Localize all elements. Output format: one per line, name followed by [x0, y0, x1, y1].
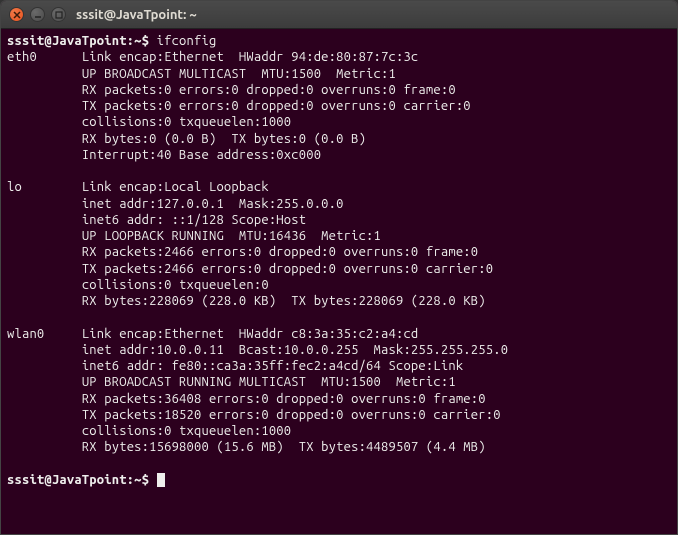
window-controls [9, 7, 66, 22]
command-text: ifconfig [157, 34, 217, 48]
close-icon[interactable] [9, 7, 24, 22]
lo-l5: RX packets:2466 errors:0 dropped:0 overr… [82, 245, 478, 259]
lo-l8: RX bytes:228069 (228.0 KB) TX bytes:2280… [82, 294, 486, 308]
wlan0-l8: RX bytes:15698000 (15.6 MB) TX bytes:448… [82, 440, 486, 454]
titlebar[interactable]: sssit@JavaTpoint: ~ [1, 1, 677, 29]
iface-name-wlan0: wlan0 [7, 327, 44, 341]
wlan0-l1: Link encap:Ethernet HWaddr c8:3a:35:c2:a… [82, 327, 419, 341]
wlan0-l5: RX packets:36408 errors:0 dropped:0 over… [82, 392, 486, 406]
lo-l2: inet addr:127.0.0.1 Mask:255.0.0.0 [82, 197, 344, 211]
eth0-l5: collisions:0 txqueuelen:1000 [82, 115, 291, 129]
eth0-l6: RX bytes:0 (0.0 B) TX bytes:0 (0.0 B) [82, 132, 366, 146]
maximize-icon[interactable] [51, 7, 66, 22]
eth0-l7: Interrupt:40 Base address:0xc000 [82, 148, 321, 162]
prompt: sssit@JavaTpoint:~$ [7, 34, 157, 48]
wlan0-l7: collisions:0 txqueuelen:1000 [82, 424, 291, 438]
iface-name-lo: lo [7, 180, 22, 194]
iface-name-eth0: eth0 [7, 50, 37, 64]
lo-l7: collisions:0 txqueuelen:0 [82, 278, 269, 292]
eth0-l2: UP BROADCAST MULTICAST MTU:1500 Metric:1 [82, 67, 396, 81]
lo-l6: TX packets:2466 errors:0 dropped:0 overr… [82, 262, 493, 276]
wlan0-l2: inet addr:10.0.0.11 Bcast:10.0.0.255 Mas… [82, 343, 508, 357]
eth0-l1: Link encap:Ethernet HWaddr 94:de:80:87:7… [82, 50, 419, 64]
lo-l3: inet6 addr: ::1/128 Scope:Host [82, 213, 306, 227]
eth0-l3: RX packets:0 errors:0 dropped:0 overruns… [82, 83, 456, 97]
wlan0-l4: UP BROADCAST RUNNING MULTICAST MTU:1500 … [82, 375, 456, 389]
terminal-content[interactable]: sssit@JavaTpoint:~$ ifconfig eth0 Link e… [1, 29, 677, 492]
eth0-l4: TX packets:0 errors:0 dropped:0 overruns… [82, 99, 471, 113]
prompt-2: sssit@JavaTpoint:~$ [7, 473, 157, 487]
minimize-icon[interactable] [30, 7, 45, 22]
window-title: sssit@JavaTpoint: ~ [76, 8, 197, 22]
lo-l4: UP LOOPBACK RUNNING MTU:16436 Metric:1 [82, 229, 381, 243]
cursor-icon [157, 473, 165, 487]
lo-l1: Link encap:Local Loopback [82, 180, 269, 194]
terminal-window: sssit@JavaTpoint: ~ sssit@JavaTpoint:~$ … [0, 0, 678, 535]
wlan0-l6: TX packets:18520 errors:0 dropped:0 over… [82, 408, 501, 422]
wlan0-l3: inet6 addr: fe80::ca3a:35ff:fec2:a4cd/64… [82, 359, 463, 373]
